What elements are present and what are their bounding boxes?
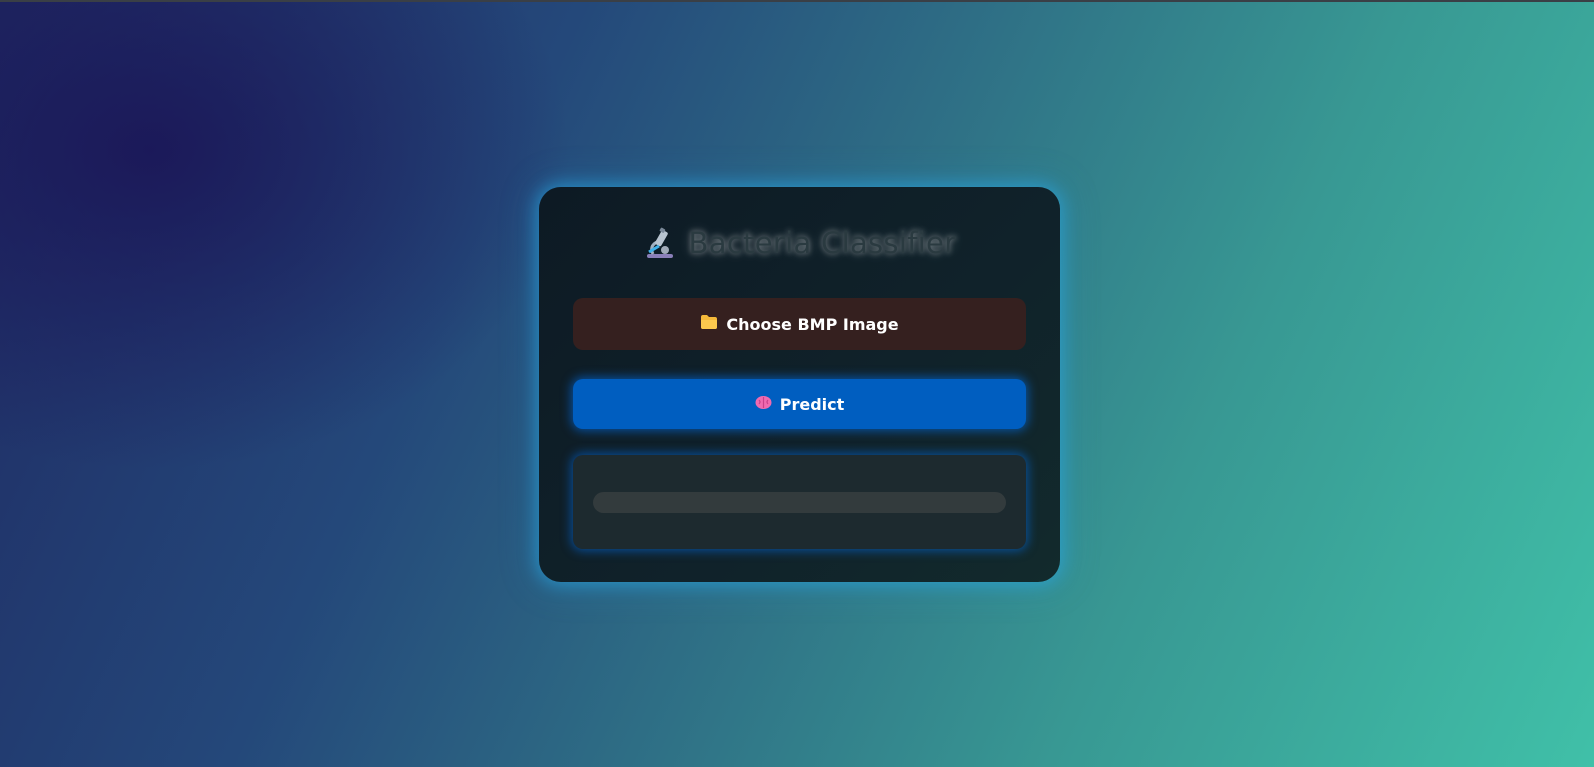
predict-label: Predict — [779, 394, 845, 414]
predict-button[interactable]: Predict — [573, 379, 1026, 429]
result-placeholder-bar — [593, 492, 1006, 513]
choose-image-label: Choose BMP Image — [726, 314, 899, 334]
microscope-icon — [643, 226, 677, 260]
window-top-border — [0, 0, 1594, 2]
result-panel — [573, 455, 1026, 549]
classifier-card: Bacteria Classifier Choose BMP Image Pre… — [539, 187, 1060, 582]
folder-icon — [700, 314, 718, 334]
choose-image-button[interactable]: Choose BMP Image — [573, 298, 1026, 350]
brain-icon — [755, 395, 772, 414]
page-title: Bacteria Classifier — [539, 223, 1060, 263]
title-text: Bacteria Classifier — [688, 226, 957, 260]
